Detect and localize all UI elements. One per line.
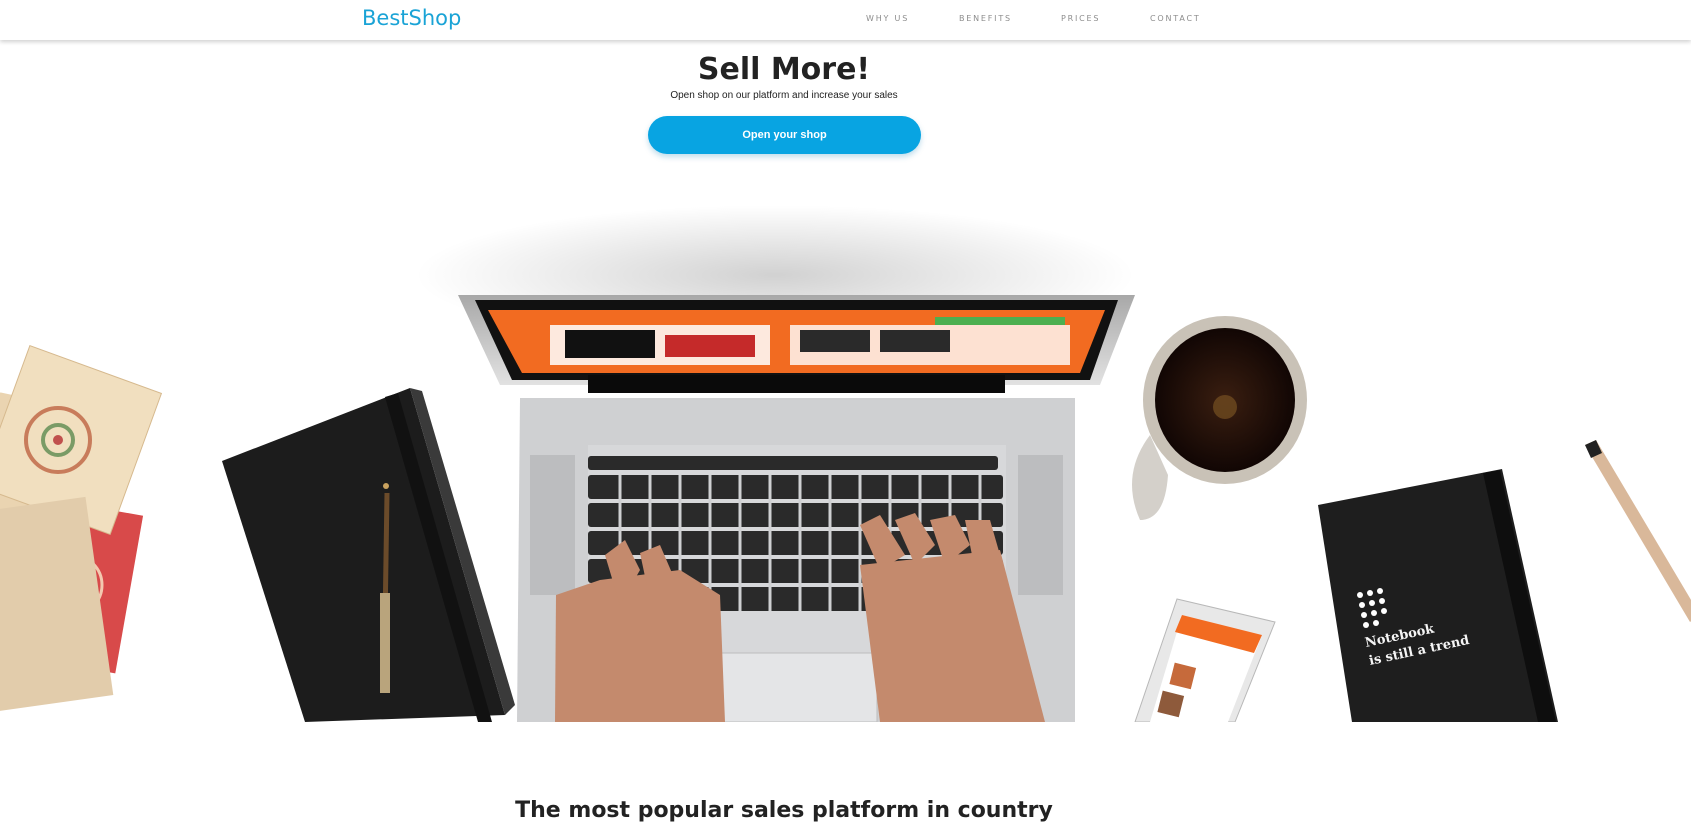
paper-cards-graphic [0,344,163,714]
coffee-cup-graphic [1132,316,1307,520]
pencil-graphic [1585,440,1691,622]
black-notebook-left-graphic [222,388,515,722]
black-notebook-right-graphic: Notebook is still a trend [1318,469,1558,722]
hero-illustration: Notebook is still a trend [0,175,1691,722]
nav-link-contact[interactable]: CONTACT [1150,14,1201,23]
open-shop-button[interactable]: Open your shop [648,116,921,154]
hero-subtitle: Open shop on our platform and increase y… [670,90,898,101]
navbar: BestShop WHY US BENEFITS PRICES CONTACT [0,0,1691,40]
nav-link-benefits[interactable]: BENEFITS [959,14,1012,23]
nav-link-why-us[interactable]: WHY US [866,14,909,23]
logo-link[interactable]: BestShop [362,6,461,30]
smartphone-graphic [1134,598,1276,722]
section-title: The most popular sales platform in count… [515,798,1053,824]
hero-title: Sell More! [697,52,871,88]
nav-link-prices[interactable]: PRICES [1061,14,1100,23]
